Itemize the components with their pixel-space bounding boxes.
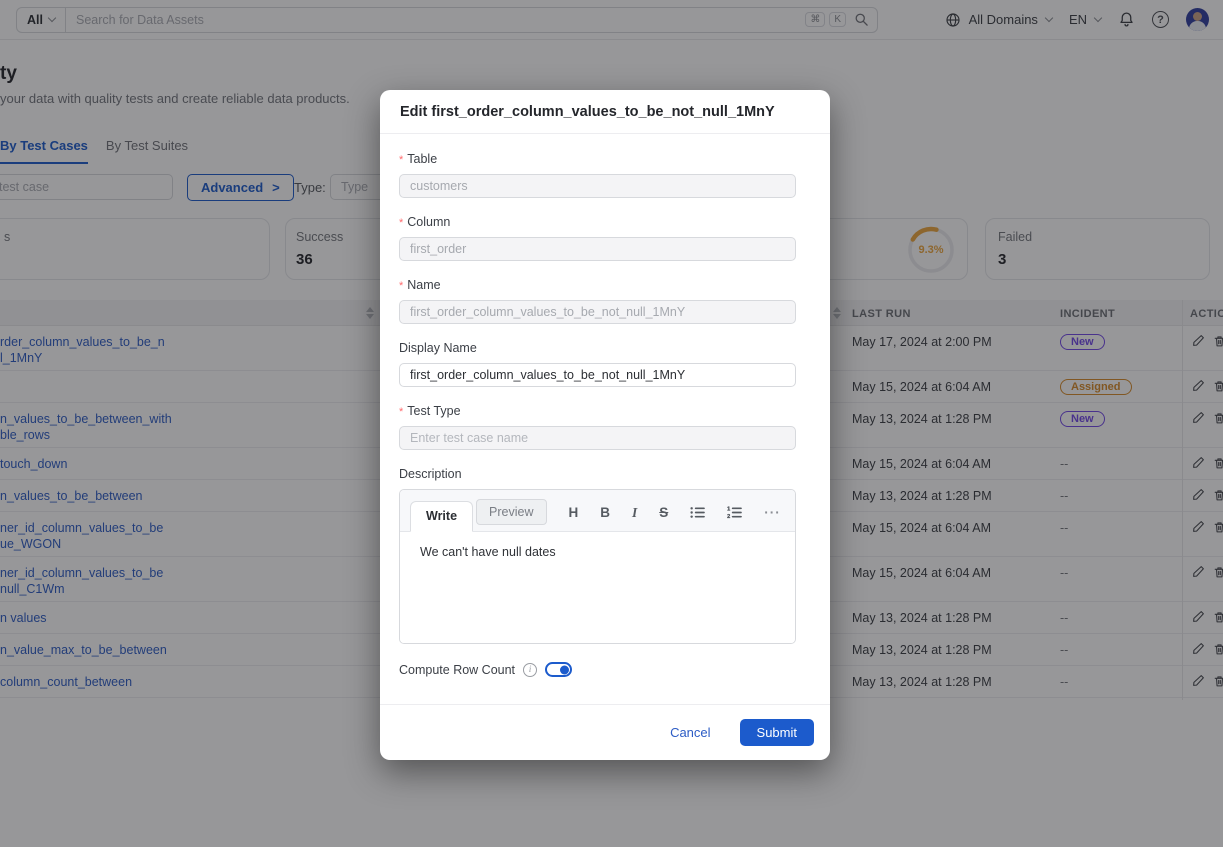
modal-footer: Cancel Submit bbox=[380, 704, 830, 760]
app-window: All ⌘K All Domains bbox=[0, 0, 1223, 847]
formatting-tools: HBIS12··· bbox=[569, 506, 781, 520]
name-input bbox=[399, 300, 796, 324]
display-name-field: Display Name bbox=[399, 341, 796, 387]
svg-text:2: 2 bbox=[727, 514, 730, 519]
table-input bbox=[399, 174, 796, 198]
editor-toolbar: Write Preview HBIS12··· bbox=[400, 490, 795, 532]
more-icon[interactable]: ··· bbox=[764, 506, 781, 520]
modal-title: Edit first_order_column_values_to_be_not… bbox=[380, 90, 830, 134]
name-field: *Name bbox=[399, 278, 796, 324]
bullet-list-icon[interactable] bbox=[690, 506, 705, 519]
display-name-input[interactable] bbox=[399, 363, 796, 387]
info-icon[interactable]: i bbox=[523, 663, 537, 677]
heading-icon[interactable]: H bbox=[569, 506, 579, 520]
compute-row-count-row: Compute Row Count i bbox=[399, 661, 796, 704]
edit-test-case-modal: Edit first_order_column_values_to_be_not… bbox=[380, 90, 830, 760]
bold-icon[interactable]: B bbox=[600, 506, 610, 520]
table-field: *Table bbox=[399, 152, 796, 198]
test-type-field: *Test Type bbox=[399, 404, 796, 450]
required-asterisk: * bbox=[399, 280, 403, 292]
required-asterisk: * bbox=[399, 154, 403, 166]
column-input bbox=[399, 237, 796, 261]
preview-tab[interactable]: Preview bbox=[476, 499, 546, 525]
required-asterisk: * bbox=[399, 217, 403, 229]
write-tab[interactable]: Write bbox=[410, 501, 473, 532]
svg-text:1: 1 bbox=[727, 506, 730, 512]
description-field: Description Write Preview HBIS12··· We c… bbox=[399, 467, 796, 644]
test-type-input bbox=[399, 426, 796, 450]
markdown-editor: Write Preview HBIS12··· We can't have nu… bbox=[399, 489, 796, 644]
strikethrough-icon[interactable]: S bbox=[659, 506, 668, 520]
cancel-button[interactable]: Cancel bbox=[670, 725, 710, 740]
required-asterisk: * bbox=[399, 406, 403, 418]
description-editor-content[interactable]: We can't have null dates bbox=[400, 532, 795, 643]
submit-button[interactable]: Submit bbox=[740, 719, 814, 746]
compute-row-count-label: Compute Row Count bbox=[399, 663, 515, 677]
compute-row-count-toggle[interactable] bbox=[545, 662, 572, 677]
italic-icon[interactable]: I bbox=[632, 506, 637, 520]
numbered-list-icon[interactable]: 12 bbox=[727, 506, 742, 519]
column-field: *Column bbox=[399, 215, 796, 261]
